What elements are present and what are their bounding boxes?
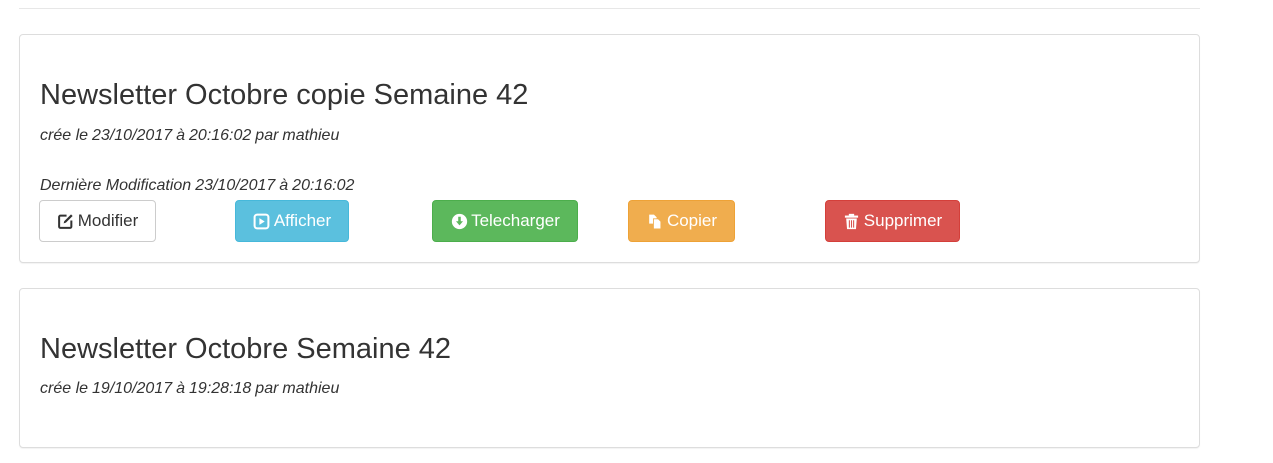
afficher-button[interactable]: Afficher bbox=[235, 200, 349, 242]
supprimer-button[interactable]: Supprimer bbox=[825, 200, 960, 242]
created-author: mathieu bbox=[282, 380, 340, 397]
created-time: 20:16:02 bbox=[189, 127, 252, 144]
modifier-button[interactable]: Modifier bbox=[39, 200, 156, 242]
newsletter-title: Newsletter Octobre Semaine 42 bbox=[40, 333, 452, 365]
modified-at-word: à bbox=[279, 177, 289, 194]
download-circle-icon bbox=[450, 212, 468, 230]
created-at-word: à bbox=[176, 127, 186, 144]
copy-icon bbox=[646, 212, 664, 230]
newsletter-title: Newsletter Octobre copie Semaine 42 bbox=[40, 79, 529, 111]
telecharger-label: Telecharger bbox=[471, 211, 560, 230]
created-at-word: à bbox=[176, 380, 186, 397]
supprimer-label: Supprimer bbox=[863, 211, 943, 230]
copier-button[interactable]: Copier bbox=[628, 200, 735, 242]
created-time: 19:28:18 bbox=[189, 380, 252, 397]
created-info: crée le 23/10/2017 à 20:16:02 par mathieu bbox=[40, 127, 339, 145]
modified-prefix: Dernière Modification bbox=[40, 177, 192, 194]
created-date: 19/10/2017 bbox=[92, 380, 173, 397]
created-prefix: crée le bbox=[40, 127, 89, 144]
modifier-label: Modifier bbox=[77, 211, 139, 230]
edit-icon bbox=[57, 212, 75, 230]
created-author: mathieu bbox=[282, 127, 340, 144]
modified-info: Dernière Modification 23/10/2017 à 20:16:02 bbox=[40, 177, 354, 195]
afficher-label: Afficher bbox=[273, 211, 332, 230]
top-divider bbox=[19, 8, 1200, 9]
newsletter-card: Newsletter Octobre Semaine 42 crée le 19/… bbox=[19, 288, 1200, 448]
created-date: 23/10/2017 bbox=[92, 127, 173, 144]
newsletter-card: Newsletter Octobre copie Semaine 42 crée… bbox=[19, 34, 1200, 263]
created-info: crée le 19/10/2017 à 19:28:18 par mathieu bbox=[40, 380, 339, 398]
play-square-icon bbox=[253, 212, 271, 230]
copier-label: Copier bbox=[666, 211, 718, 230]
created-by-word: par bbox=[255, 380, 279, 397]
trash-icon bbox=[843, 212, 861, 230]
modified-time: 20:16:02 bbox=[292, 177, 355, 194]
created-by-word: par bbox=[255, 127, 279, 144]
created-prefix: crée le bbox=[40, 380, 89, 397]
telecharger-button[interactable]: Telecharger bbox=[432, 200, 578, 242]
modified-date: 23/10/2017 bbox=[195, 177, 276, 194]
